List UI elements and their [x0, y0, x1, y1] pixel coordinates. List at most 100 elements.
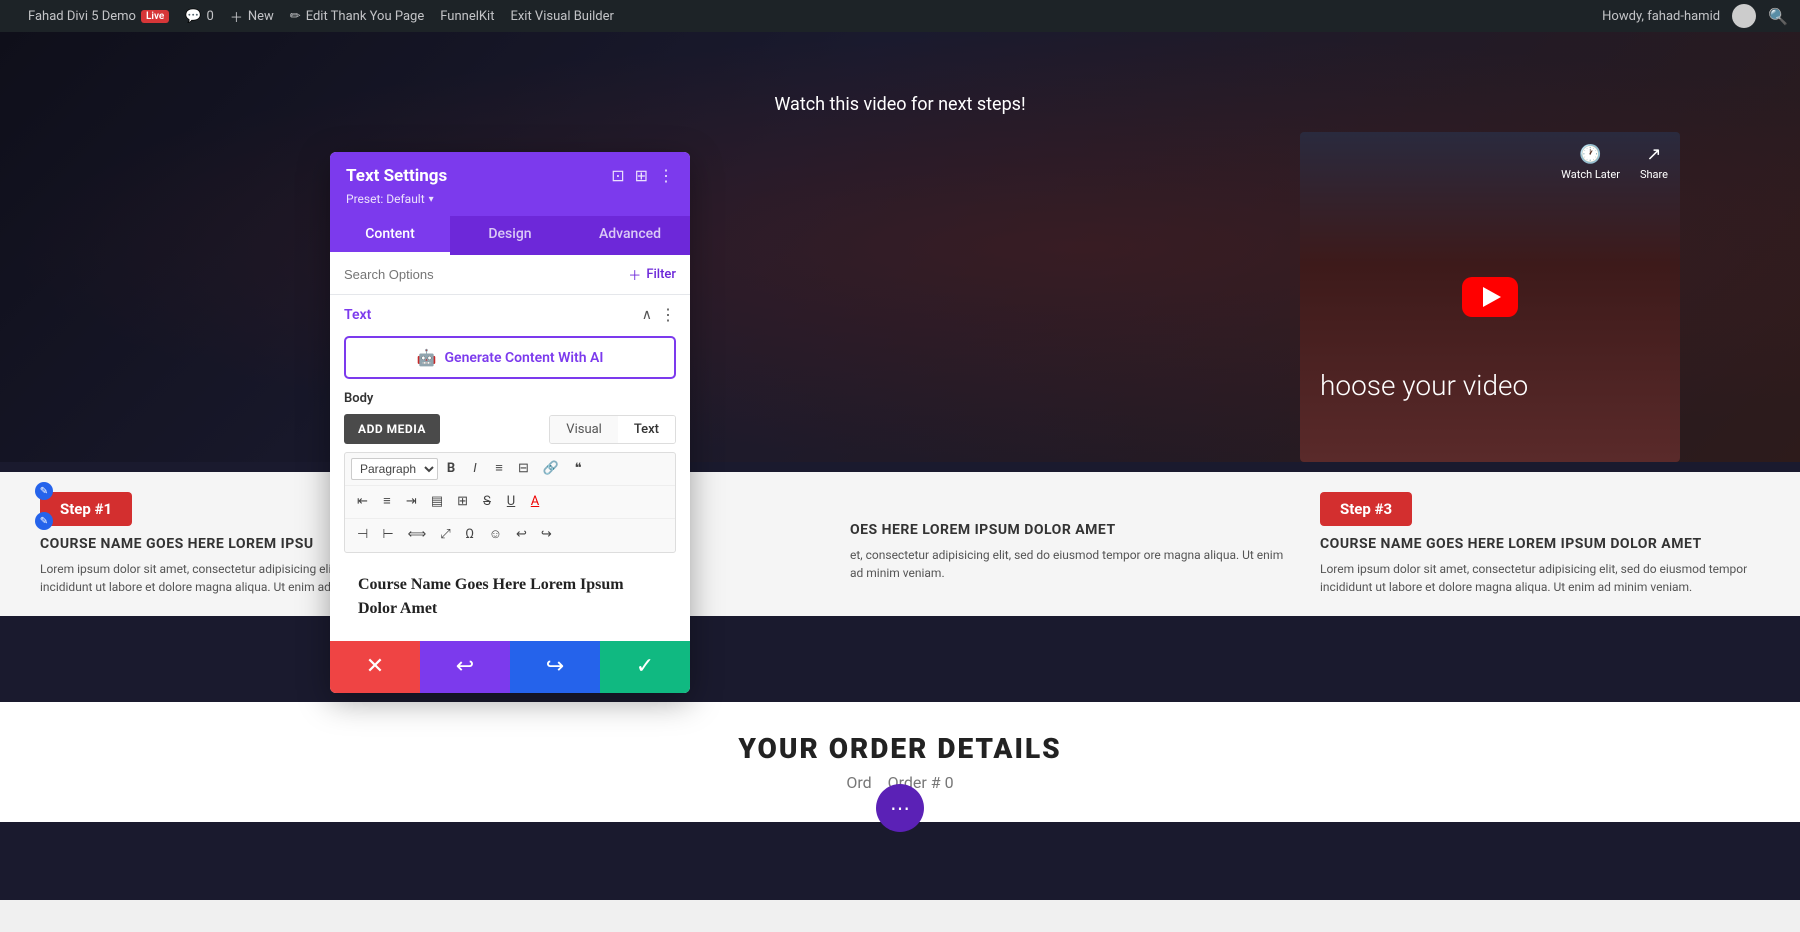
- undo-action-btn[interactable]: ↩: [420, 641, 510, 693]
- search-options-input[interactable]: [344, 267, 620, 282]
- tab-content[interactable]: Content: [330, 216, 450, 255]
- undo-btn[interactable]: ↩: [510, 523, 533, 547]
- live-badge: Live: [141, 10, 169, 23]
- tab-visual[interactable]: Visual: [550, 416, 618, 443]
- panel-title: Text Settings: [346, 166, 447, 186]
- editor-content[interactable]: Course Name Goes Here Lorem Ipsum Dolor …: [344, 561, 676, 641]
- section-actions: ∧ ⋮: [642, 305, 676, 324]
- watch-text: Watch this video for next steps!: [774, 94, 1025, 115]
- redo-btn[interactable]: ↪: [535, 523, 558, 547]
- body-section: Body ADD MEDIA Visual Text Paragraph Hea…: [330, 391, 690, 641]
- align-left-btn[interactable]: ⇤: [351, 490, 374, 514]
- step-card-2: OES HERE LOREM IPSUM DOLOR AMET et, cons…: [850, 492, 1290, 596]
- emoji-btn[interactable]: ☺: [483, 523, 508, 547]
- video-controls: 🕐 Watch Later ↗ Share: [1561, 144, 1668, 181]
- video-player[interactable]: 🕐 Watch Later ↗ Share hoose your video: [1300, 132, 1680, 462]
- visual-text-tabs: Visual Text: [549, 415, 676, 444]
- paragraph-select[interactable]: Paragraph Heading 1 Heading 2: [351, 458, 438, 480]
- ol-btn[interactable]: ⊟: [512, 457, 535, 481]
- add-media-btn[interactable]: ADD MEDIA: [344, 414, 440, 444]
- step-badge-3: Step #3: [1320, 492, 1412, 526]
- chevron-up-icon[interactable]: ∧: [642, 307, 652, 323]
- steps-section: ✎ ✎ Step #1 COURSE NAME GOES HERE LOREM …: [0, 472, 1800, 616]
- settings-panel: Text Settings ⊡ ⊞ ⋮ Preset: Default Cont…: [330, 152, 690, 693]
- ul-btn[interactable]: ≡: [488, 457, 510, 481]
- more-options-icon[interactable]: ⋮: [658, 168, 674, 184]
- indent-in-btn[interactable]: ⟺: [402, 523, 433, 547]
- align-justify-btn[interactable]: ▤: [425, 490, 449, 514]
- toolbar-row-3: ⊣ ⊢ ⟺ ⤢ Ω ☺ ↩ ↪: [345, 519, 675, 551]
- generate-ai-btn[interactable]: 🤖 Generate Content With AI: [344, 336, 676, 379]
- edit-handle-1b[interactable]: ✎: [35, 512, 53, 530]
- ai-icon: 🤖: [417, 348, 437, 367]
- step-title-3: COURSE NAME GOES HERE LOREM IPSUM DOLOR …: [1320, 536, 1760, 552]
- comments-icon: 💬: [185, 9, 201, 24]
- avatar: [1732, 4, 1756, 28]
- tab-text[interactable]: Text: [618, 416, 675, 443]
- tab-design[interactable]: Design: [450, 216, 570, 255]
- panel-header: Text Settings ⊡ ⊞ ⋮ Preset: Default: [330, 152, 690, 216]
- panel-preset[interactable]: Preset: Default: [346, 192, 674, 206]
- order-title: YOUR ORDER DETAILS: [30, 732, 1770, 765]
- editor-text: Course Name Goes Here Lorem Ipsum Dolor …: [358, 573, 662, 621]
- filter-btn[interactable]: ＋ Filter: [628, 265, 676, 284]
- page-content: Watch this video for next steps! 🕐 Watch…: [0, 32, 1800, 900]
- funnelkit-item[interactable]: FunnelKit: [440, 9, 494, 24]
- adminbar-right: Howdy, fahad-hamid 🔍: [1602, 4, 1788, 28]
- link-btn[interactable]: 🔗: [537, 457, 565, 481]
- bold-btn[interactable]: B: [440, 457, 462, 481]
- step-desc-2: et, consectetur adipisicing elit, sed do…: [850, 546, 1290, 582]
- search-icon[interactable]: 🔍: [1768, 7, 1788, 26]
- table-btn[interactable]: ⊞: [451, 490, 474, 514]
- tab-advanced[interactable]: Advanced: [570, 216, 690, 255]
- indent-out-btn[interactable]: ⊣: [351, 523, 374, 547]
- plus-icon: ＋: [230, 7, 243, 26]
- comments-item[interactable]: 💬 0: [185, 9, 214, 24]
- youtube-play-btn[interactable]: [1462, 277, 1518, 317]
- step-badge-1: Step #1: [40, 492, 132, 526]
- collapse-icon[interactable]: ⊡: [611, 168, 624, 184]
- strikethrough-btn[interactable]: S: [476, 490, 498, 514]
- redo-action-btn[interactable]: ↪: [510, 641, 600, 693]
- undo-icon: ↩: [456, 654, 474, 679]
- watch-later-btn[interactable]: 🕐 Watch Later: [1561, 144, 1620, 181]
- redo-icon: ↪: [546, 654, 564, 679]
- floating-dots-menu[interactable]: ⋯: [876, 784, 924, 832]
- toolbar-row-2: ⇤ ≡ ⇥ ▤ ⊞ S U A: [345, 486, 675, 519]
- admin-bar: Fahad Divi 5 Demo Live 💬 0 ＋ New ✏ Edit …: [0, 0, 1800, 32]
- visual-builder-item[interactable]: Exit Visual Builder: [510, 9, 613, 24]
- edit-page-item[interactable]: ✏ Edit Thank You Page: [290, 9, 424, 24]
- step-title-2: OES HERE LOREM IPSUM DOLOR AMET: [850, 522, 1290, 538]
- align-right-btn[interactable]: ⇥: [400, 490, 423, 514]
- fullscreen-btn[interactable]: ⤢: [434, 523, 456, 547]
- bottom-actions: ✕ ↩ ↪ ✓: [330, 641, 690, 693]
- expand-icon[interactable]: ⊞: [635, 168, 648, 184]
- share-btn[interactable]: ↗ Share: [1640, 144, 1668, 181]
- panel-tabs: Content Design Advanced: [330, 216, 690, 255]
- share-icon: ↗: [1646, 144, 1661, 165]
- toolbar-row-1: Paragraph Heading 1 Heading 2 B I ≡ ⊟ 🔗 …: [345, 453, 675, 486]
- italic-btn[interactable]: I: [464, 457, 486, 481]
- site-name[interactable]: Fahad Divi 5 Demo Live: [28, 9, 169, 24]
- order-section: YOUR ORDER DETAILS OrderOrder # 0 ⋯: [0, 702, 1800, 822]
- confirm-btn[interactable]: ✓: [600, 641, 690, 693]
- cancel-btn[interactable]: ✕: [330, 641, 420, 693]
- omega-btn[interactable]: Ω: [459, 523, 481, 547]
- section-label: Text: [344, 307, 371, 323]
- section-more-icon[interactable]: ⋮: [660, 305, 676, 324]
- align-center-btn[interactable]: ≡: [376, 490, 398, 514]
- cancel-icon: ✕: [366, 654, 384, 679]
- new-item[interactable]: ＋ New: [230, 7, 274, 26]
- confirm-icon: ✓: [636, 654, 654, 679]
- step-card-3: Step #3 COURSE NAME GOES HERE LOREM IPSU…: [1320, 492, 1760, 596]
- quote-btn[interactable]: ❝: [567, 457, 589, 481]
- special-char-btn[interactable]: ⊢: [376, 523, 399, 547]
- edit-handle-1[interactable]: ✎: [35, 482, 53, 500]
- color-btn[interactable]: A: [524, 490, 546, 514]
- panel-icons: ⊡ ⊞ ⋮: [611, 168, 674, 184]
- filter-icon: ＋: [628, 265, 641, 284]
- underline-btn[interactable]: U: [500, 490, 522, 514]
- text-section-header: Text ∧ ⋮: [330, 295, 690, 332]
- media-row: ADD MEDIA Visual Text: [344, 414, 676, 444]
- body-label: Body: [344, 391, 676, 406]
